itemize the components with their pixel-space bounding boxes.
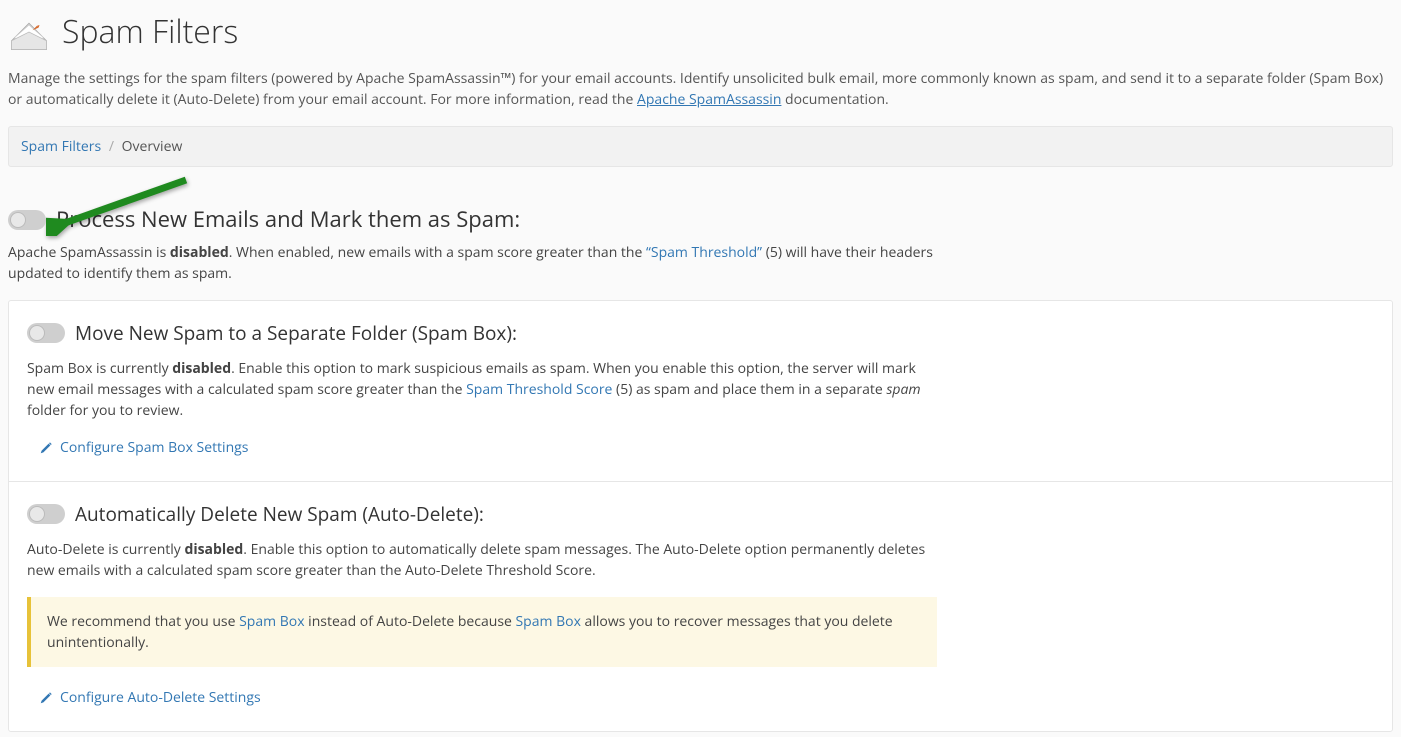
spambox-heading: Move New Spam to a Separate Folder (Spam…: [75, 319, 517, 348]
breadcrumb-current: Overview: [122, 137, 183, 156]
spam-threshold-link[interactable]: “Spam Threshold”: [646, 243, 762, 262]
configure-spambox-link[interactable]: Configure Spam Box Settings: [27, 437, 248, 458]
spambox-text-4: folder for you to review.: [27, 401, 183, 420]
breadcrumb-root[interactable]: Spam Filters: [21, 137, 101, 156]
envelope-icon: [8, 11, 50, 53]
autodelete-text-1: Auto-Delete is currently: [27, 540, 184, 559]
sub-sections-card: Move New Spam to a Separate Folder (Spam…: [8, 300, 1393, 732]
process-heading: Process New Emails and Mark them as Spam…: [56, 203, 520, 236]
process-disabled-word: disabled: [170, 243, 229, 262]
apache-spamassassin-link[interactable]: Apache SpamAssassin: [637, 90, 781, 109]
spambox-text-1: Spam Box is currently: [27, 359, 172, 378]
configure-autodelete-link[interactable]: Configure Auto-Delete Settings: [27, 687, 261, 708]
callout-text-mid: instead of Auto-Delete because: [305, 612, 516, 631]
process-text-2: . When enabled, new emails with a spam s…: [229, 243, 646, 262]
page-description: Manage the settings for the spam filters…: [0, 68, 1401, 126]
breadcrumb: Spam Filters / Overview: [8, 126, 1393, 167]
configure-spambox-label: Configure Spam Box Settings: [60, 437, 248, 458]
breadcrumb-separator: /: [105, 137, 118, 156]
process-section: Process New Emails and Mark them as Spam…: [0, 175, 1401, 300]
callout-spambox-link-1[interactable]: Spam Box: [239, 612, 304, 631]
autodelete-disabled-word: disabled: [184, 540, 243, 559]
autodelete-body: Auto-Delete is currently disabled. Enabl…: [27, 539, 927, 581]
pencil-icon: [39, 690, 53, 704]
spambox-toggle[interactable]: [27, 323, 65, 343]
autodelete-heading: Automatically Delete New Spam (Auto-Dele…: [75, 500, 484, 529]
spambox-spam-word: spam: [886, 380, 920, 399]
callout-spambox-link-2[interactable]: Spam Box: [516, 612, 581, 631]
spambox-body: Spam Box is currently disabled. Enable t…: [27, 358, 927, 421]
callout-text-pre: We recommend that you use: [47, 612, 239, 631]
configure-autodelete-label: Configure Auto-Delete Settings: [60, 687, 261, 708]
spambox-section: Move New Spam to a Separate Folder (Spam…: [9, 301, 1392, 481]
autodelete-section: Automatically Delete New Spam (Auto-Dele…: [9, 481, 1392, 731]
page-header: Spam Filters: [0, 0, 1401, 68]
process-text-1: Apache SpamAssassin is: [8, 243, 170, 262]
spambox-disabled-word: disabled: [172, 359, 231, 378]
description-text-post: documentation.: [781, 90, 888, 109]
spam-threshold-score-link[interactable]: Spam Threshold Score: [466, 380, 612, 399]
page-title: Spam Filters: [62, 8, 238, 56]
process-body: Apache SpamAssassin is disabled. When en…: [8, 242, 938, 284]
autodelete-toggle[interactable]: [27, 504, 65, 524]
process-toggle[interactable]: [8, 210, 46, 230]
spambox-text-3: (5) as spam and place them in a separate: [612, 380, 886, 399]
pencil-icon: [39, 440, 53, 454]
autodelete-recommendation-callout: We recommend that you use Spam Box inste…: [27, 597, 937, 667]
